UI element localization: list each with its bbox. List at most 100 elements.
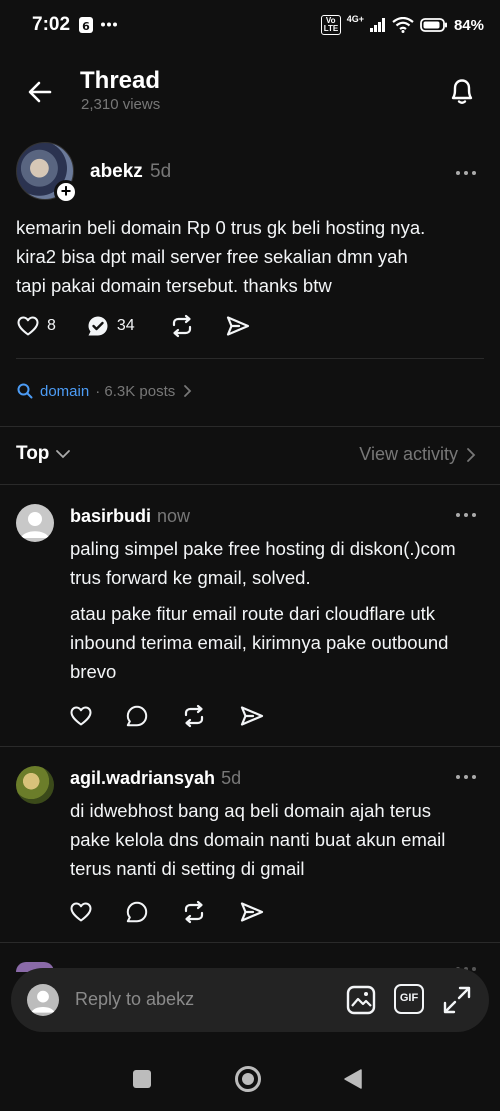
reply-line: brevo bbox=[70, 661, 117, 682]
post-line: kemarin beli domain Rp 0 trus gk beli ho… bbox=[16, 217, 426, 238]
reply-actions bbox=[69, 900, 265, 924]
reply-body: di idwebhost bang aq beli domain ajah te… bbox=[70, 796, 490, 883]
arrow-left-icon bbox=[28, 81, 52, 103]
reply-more-button[interactable] bbox=[454, 510, 478, 520]
repost-icon bbox=[184, 704, 204, 728]
system-nav-bar bbox=[0, 1040, 500, 1111]
reply-button[interactable] bbox=[125, 704, 149, 728]
share-button[interactable] bbox=[239, 704, 265, 728]
wifi-icon bbox=[392, 17, 414, 33]
like-button[interactable] bbox=[69, 900, 93, 924]
view-activity-link[interactable]: View activity bbox=[359, 444, 476, 465]
status-indicators: Vo LTE 4G+ 84% bbox=[320, 14, 484, 35]
triangle-back-icon bbox=[344, 1069, 362, 1089]
repost-button[interactable] bbox=[181, 900, 207, 924]
more-horizontal-icon bbox=[456, 775, 476, 779]
follow-plus-icon[interactable]: + bbox=[54, 180, 78, 204]
reply-line: terus nanti di setting di gmail bbox=[70, 858, 305, 879]
reply-actions bbox=[69, 704, 265, 728]
share-button[interactable] bbox=[225, 314, 251, 338]
repost-button[interactable] bbox=[169, 314, 195, 338]
notifications-button[interactable] bbox=[444, 73, 480, 109]
send-icon bbox=[240, 706, 264, 726]
svg-text:6: 6 bbox=[82, 20, 90, 33]
chevron-right-icon bbox=[184, 385, 192, 397]
sort-label: Top bbox=[16, 443, 50, 464]
like-button[interactable]: 8 bbox=[16, 314, 56, 338]
network-type: 4G+ bbox=[346, 14, 364, 24]
comment-icon bbox=[88, 316, 108, 336]
reply-username[interactable]: basirbudi bbox=[70, 506, 151, 527]
like-button[interactable] bbox=[69, 704, 93, 728]
reply-line: atau pake fitur email route dari cloudfl… bbox=[70, 603, 436, 624]
reply-header: agil.wadriansyah 5d bbox=[70, 768, 241, 789]
reply-button[interactable]: 34 bbox=[86, 314, 135, 338]
reply-input[interactable]: Reply to abekz bbox=[75, 989, 194, 1010]
gif-icon: GIF bbox=[394, 984, 424, 1014]
image-attach-button[interactable] bbox=[345, 984, 377, 1016]
post-actions: 8 34 bbox=[16, 314, 251, 338]
reply-line: di idwebhost bang aq beli domain ajah te… bbox=[70, 800, 431, 821]
reply-time: now bbox=[157, 506, 191, 526]
post-time: 5d bbox=[150, 161, 172, 182]
reply-more-button[interactable] bbox=[454, 772, 478, 782]
post-body: kemarin beli domain Rp 0 trus gk beli ho… bbox=[16, 213, 486, 300]
comment-icon bbox=[126, 901, 148, 923]
composer-avatar bbox=[27, 984, 59, 1016]
chevron-down-icon bbox=[56, 450, 71, 459]
send-icon bbox=[240, 902, 264, 922]
reply-header: basirbudi now bbox=[70, 506, 190, 527]
topic-post-count: · 6.3K posts bbox=[95, 382, 176, 400]
reply-avatar[interactable] bbox=[16, 504, 54, 542]
reply-avatar[interactable] bbox=[16, 766, 54, 804]
post-line: kira2 bisa dpt mail server free sekalian… bbox=[16, 246, 408, 267]
reply-line: paling simpel pake free hosting di disko… bbox=[70, 538, 456, 559]
heart-icon bbox=[70, 706, 92, 726]
reply-count: 34 bbox=[116, 317, 135, 334]
divider bbox=[0, 426, 500, 427]
home-circle-icon bbox=[235, 1066, 261, 1092]
image-icon bbox=[346, 985, 376, 1015]
post-username[interactable]: abekz bbox=[90, 161, 143, 183]
signal-icon bbox=[369, 18, 386, 32]
repost-icon bbox=[184, 900, 204, 924]
default-avatar-icon bbox=[31, 990, 55, 1013]
battery-icon bbox=[420, 18, 448, 32]
like-count: 8 bbox=[47, 317, 56, 334]
reply-body: paling simpel pake free hosting di disko… bbox=[70, 534, 490, 592]
reply-line: pake kelola dns domain nanti buat akun e… bbox=[70, 829, 446, 850]
reply-line: trus forward ke gmail, solved. bbox=[70, 567, 311, 588]
status-bar: 7:02 6 Vo LTE 4G+ 84% bbox=[0, 0, 500, 52]
more-horizontal-icon bbox=[456, 171, 476, 175]
repost-icon bbox=[172, 314, 191, 338]
back-button[interactable] bbox=[22, 74, 58, 110]
repost-button[interactable] bbox=[181, 704, 207, 728]
battery-percent: 84% bbox=[453, 16, 484, 34]
reply-username[interactable]: agil.wadriansyah bbox=[70, 768, 215, 789]
sort-dropdown[interactable]: Top bbox=[16, 443, 71, 465]
default-avatar-icon bbox=[21, 512, 49, 538]
topic-tag-row[interactable]: domain · 6.3K posts bbox=[16, 382, 193, 400]
view-count: 2,310 views bbox=[81, 96, 161, 113]
more-horizontal-icon bbox=[456, 513, 476, 517]
recents-button[interactable] bbox=[132, 1069, 152, 1089]
home-button[interactable] bbox=[234, 1065, 262, 1093]
expand-composer-button[interactable] bbox=[441, 984, 473, 1016]
view-activity-label: View activity bbox=[359, 444, 458, 464]
reply-button[interactable] bbox=[125, 900, 149, 924]
topic-tag[interactable]: domain bbox=[40, 383, 89, 400]
gif-button[interactable]: GIF bbox=[394, 984, 426, 1016]
search-icon bbox=[17, 383, 33, 399]
post-more-button[interactable] bbox=[454, 168, 478, 178]
divider bbox=[16, 358, 484, 359]
expand-icon bbox=[443, 986, 471, 1014]
volte-icon: Vo LTE bbox=[320, 15, 341, 35]
reply-body: atau pake fitur email route dari cloudfl… bbox=[70, 599, 490, 686]
share-button[interactable] bbox=[239, 900, 265, 924]
more-notifications-icon bbox=[101, 22, 117, 27]
chevron-right-icon bbox=[467, 447, 476, 462]
comment-icon bbox=[126, 705, 148, 727]
divider bbox=[0, 484, 500, 485]
reply-line: inbound terima email, kirimnya pake outb… bbox=[70, 632, 449, 653]
back-nav-button[interactable] bbox=[343, 1068, 363, 1090]
